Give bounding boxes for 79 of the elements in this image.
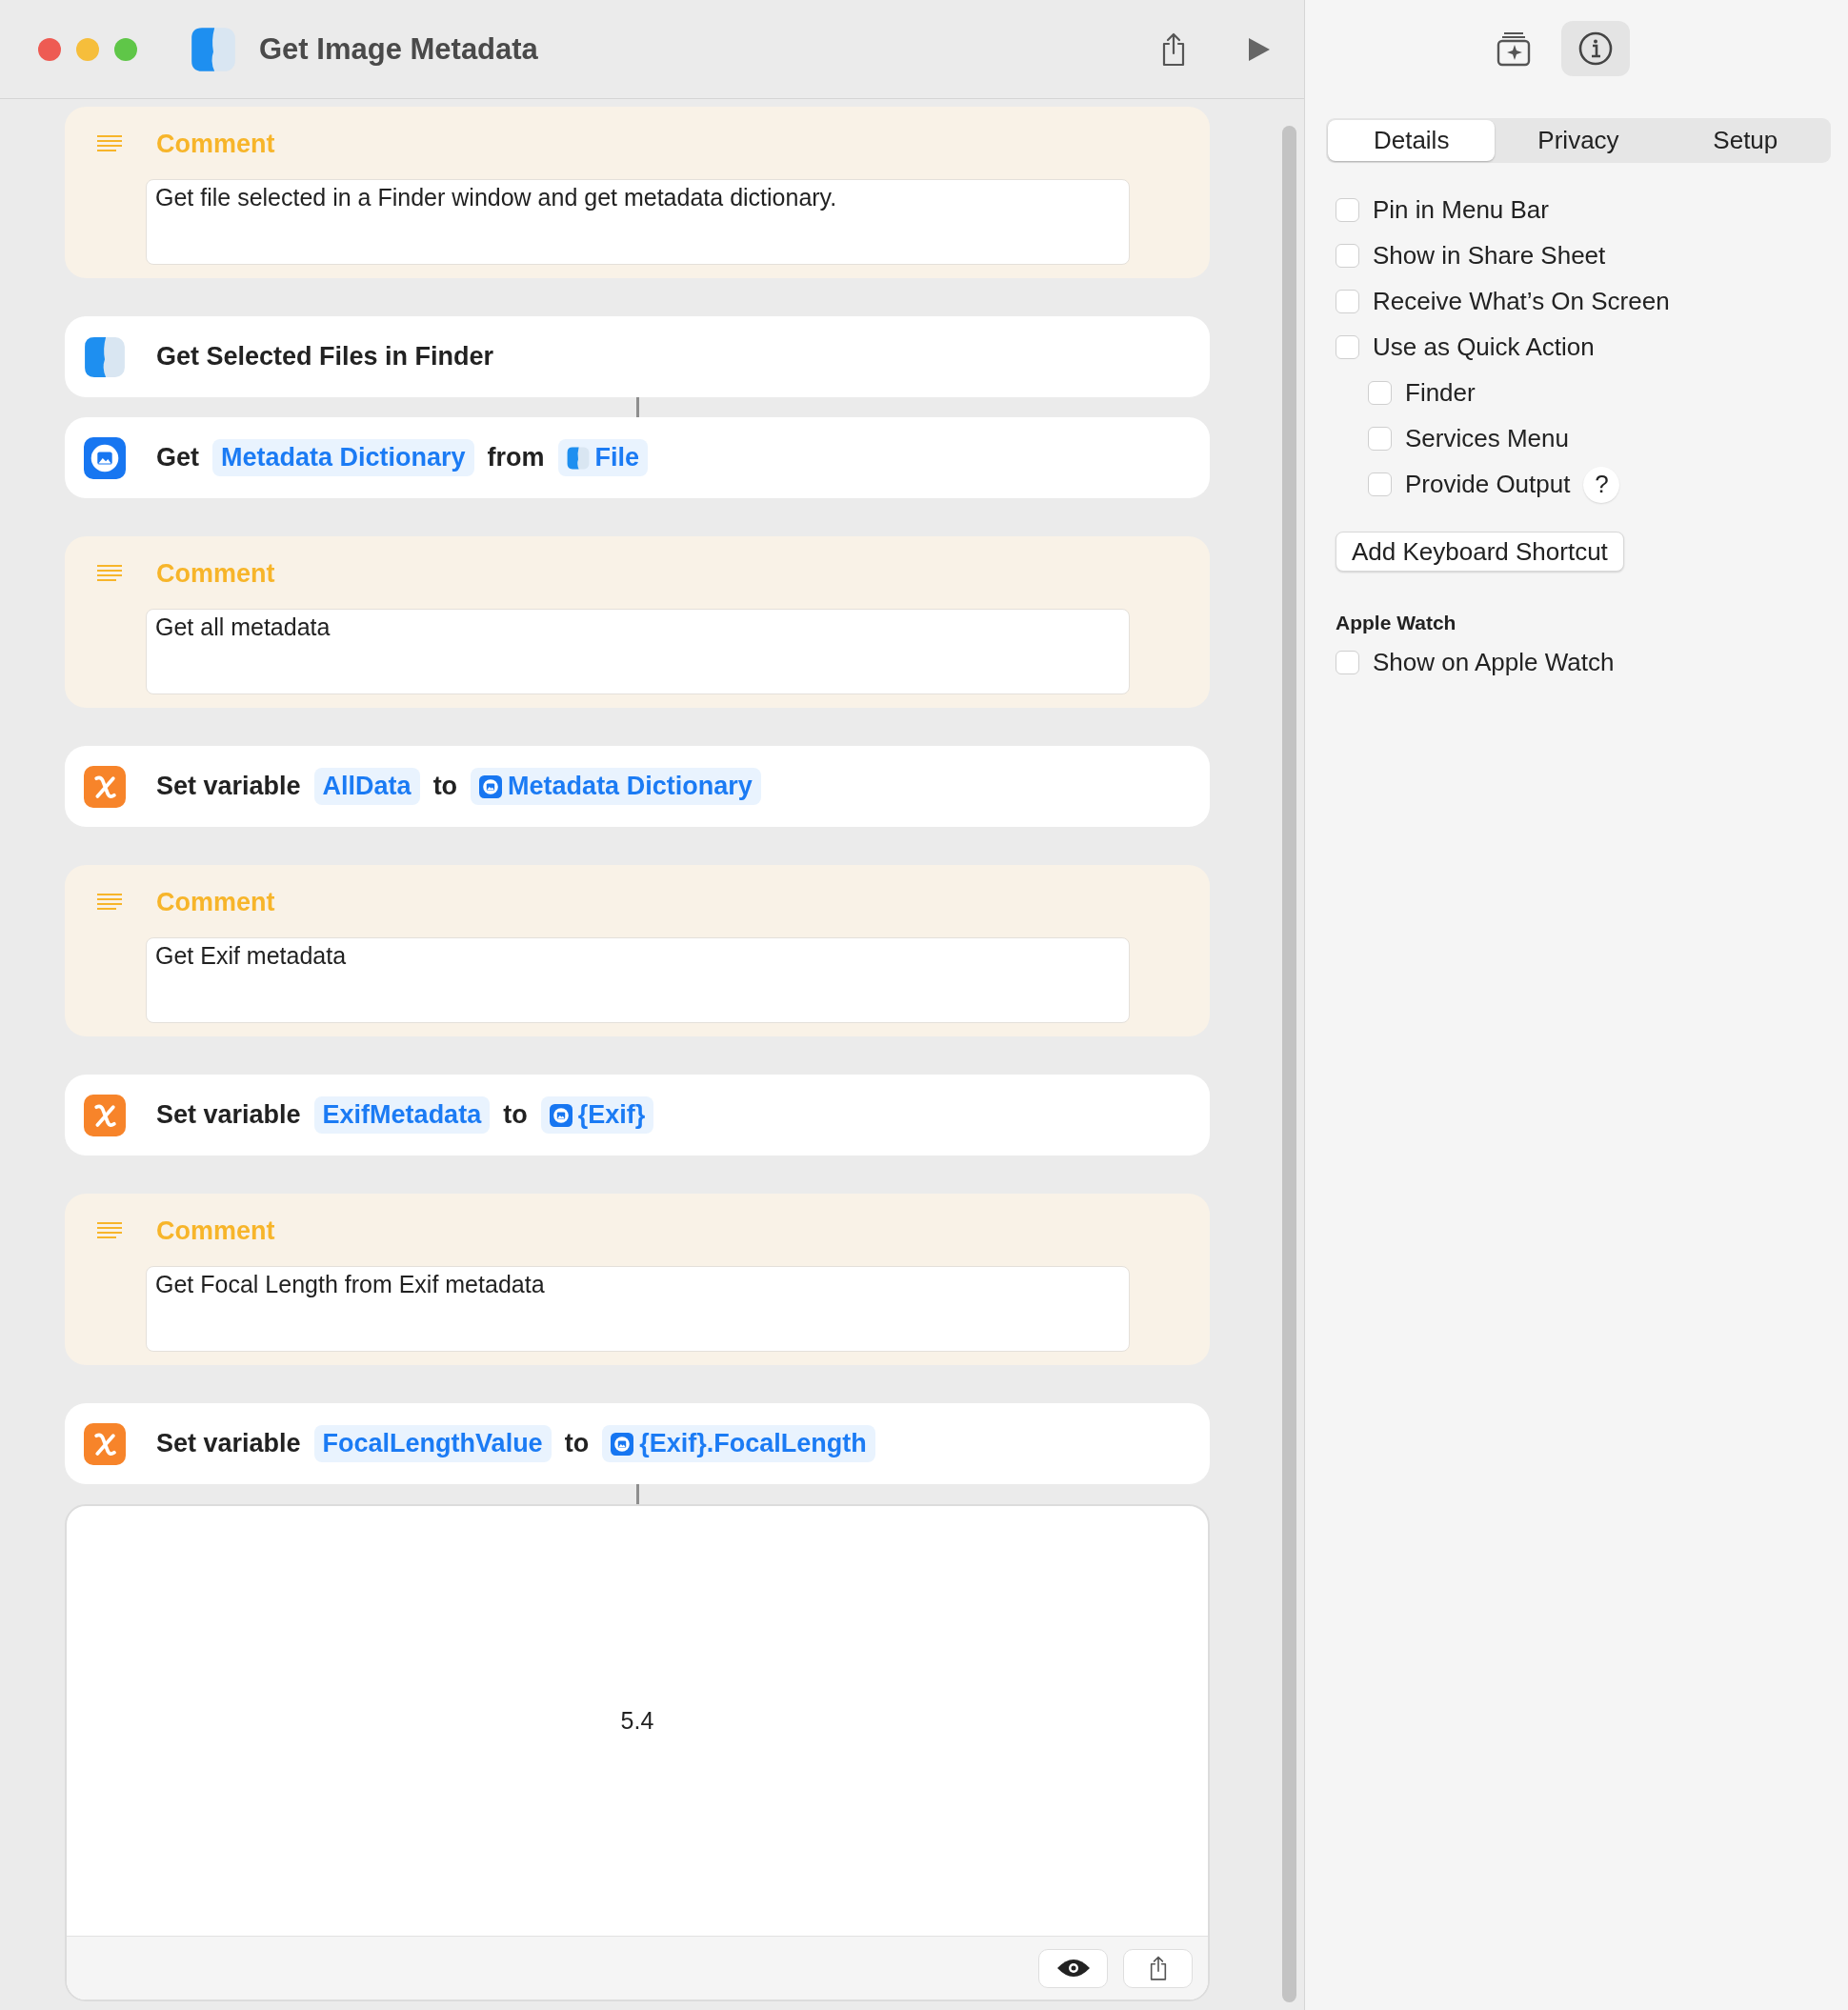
info-button[interactable]	[1561, 21, 1630, 76]
checkbox[interactable]	[1368, 381, 1392, 405]
variable-icon	[84, 765, 126, 808]
eye-icon	[1055, 1959, 1091, 1978]
action-label: to	[432, 772, 458, 801]
comment-title: Comment	[156, 558, 275, 589]
action-card[interactable]: Set variable ExifMetadata to {Exif}	[65, 1075, 1210, 1156]
tab[interactable]: Details	[1328, 120, 1496, 161]
variable-icon	[84, 1094, 126, 1136]
action-label: Set variable	[156, 1100, 301, 1130]
variable-token[interactable]: ExifMetadata	[313, 1096, 491, 1134]
app-icon	[191, 26, 236, 72]
sparkle-stack-icon	[1496, 30, 1531, 67]
action-label: Get	[156, 443, 199, 472]
text-lines-icon	[97, 1220, 122, 1241]
result-value: 5.4	[620, 1707, 654, 1735]
help-button[interactable]: ?	[1583, 466, 1620, 503]
checkbox[interactable]	[1368, 472, 1392, 496]
close-button[interactable]	[38, 37, 61, 61]
comment-field[interactable]: Get Focal Length from Exif metadata	[146, 1266, 1130, 1352]
info-icon	[1578, 31, 1613, 66]
option-label: Show on Apple Watch	[1373, 648, 1615, 677]
action-card[interactable]: Set variable AllData to Metadata Dictionary	[65, 746, 1210, 827]
variable-token[interactable]: AllData	[313, 768, 420, 805]
option-label: Use as Quick Action	[1373, 332, 1595, 362]
scrollbar[interactable]	[1282, 126, 1296, 2002]
option-label: Receive What’s On Screen	[1373, 287, 1670, 316]
minimize-button[interactable]	[76, 37, 99, 61]
checkbox[interactable]	[1336, 290, 1359, 313]
action-label: Set variable	[156, 772, 301, 801]
variable-token[interactable]: {Exif}	[540, 1096, 654, 1134]
preview-button[interactable]	[1038, 1948, 1108, 1988]
image-icon	[479, 774, 503, 798]
checkbox[interactable]	[1336, 335, 1359, 359]
add-shortcut-button[interactable]: Add Keyboard Shortcut	[1336, 532, 1624, 572]
action-label: to	[503, 1100, 528, 1130]
action-label: from	[487, 443, 545, 472]
checkbox[interactable]	[1368, 427, 1392, 451]
variable-token[interactable]: {Exif}.FocalLength	[602, 1425, 875, 1462]
checkbox[interactable]	[1336, 244, 1359, 268]
variable-token[interactable]: Metadata Dictionary	[471, 768, 761, 805]
comment-field[interactable]: Get all metadata	[146, 609, 1130, 694]
variable-icon	[84, 1422, 126, 1465]
app-icon	[84, 335, 126, 378]
comment-title: Comment	[156, 1216, 275, 1246]
image-icon	[549, 1103, 572, 1127]
action-card[interactable]: Get Selected Files in Finder	[65, 316, 1210, 397]
play-icon	[1247, 35, 1272, 63]
action-label: Set variable	[156, 1429, 301, 1458]
tab[interactable]: Setup	[1661, 120, 1829, 161]
comment-title: Comment	[156, 887, 275, 917]
option-label: Provide Output	[1405, 470, 1571, 499]
checkbox[interactable]	[1336, 651, 1359, 674]
section-heading: Apple Watch	[1336, 612, 1457, 634]
text-lines-icon	[97, 563, 122, 584]
option-label: Services Menu	[1405, 424, 1569, 453]
share-button[interactable]	[1123, 1948, 1193, 1988]
option-label: Show in Share Sheet	[1373, 241, 1606, 271]
action-label: to	[564, 1429, 590, 1458]
comment-title: Comment	[156, 129, 275, 159]
window-title: Get Image Metadata	[259, 31, 539, 67]
action-card[interactable]: Get Metadata Dictionary from File	[65, 417, 1210, 498]
action-card[interactable]: Set variable FocalLengthValue to {Exif}.FocalLength	[65, 1403, 1210, 1484]
text-lines-icon	[97, 133, 122, 154]
action-label: Get Selected Files in Finder	[156, 342, 494, 372]
comment-field[interactable]: Get Exif metadata	[146, 937, 1130, 1023]
zoom-button[interactable]	[114, 37, 137, 61]
variable-token[interactable]: FocalLengthValue	[313, 1425, 552, 1462]
image-icon	[611, 1432, 634, 1456]
variable-token[interactable]: Metadata Dictionary	[212, 439, 474, 476]
option-label: Finder	[1405, 378, 1476, 408]
image-icon	[84, 436, 126, 479]
text-lines-icon	[97, 892, 122, 913]
checkbox[interactable]	[1336, 198, 1359, 222]
tab[interactable]: Privacy	[1495, 120, 1662, 161]
app-icon	[566, 446, 590, 470]
comment-field[interactable]: Get file selected in a Finder window and get metadata dictionary.	[146, 179, 1130, 265]
variable-token[interactable]: File	[557, 439, 649, 476]
option-label: Pin in Menu Bar	[1373, 195, 1549, 225]
